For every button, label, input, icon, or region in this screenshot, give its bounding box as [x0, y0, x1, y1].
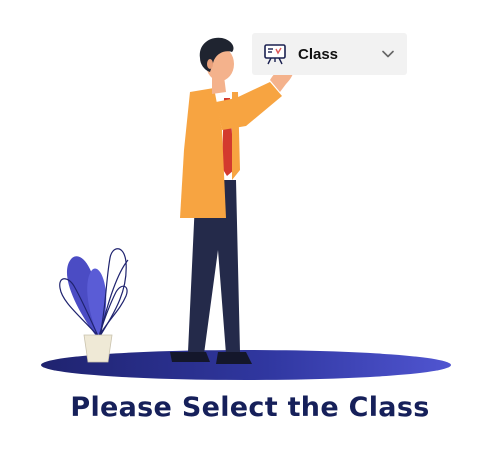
- class-select-value: Class: [298, 45, 339, 63]
- class-select-dropdown[interactable]: Class: [252, 33, 407, 75]
- select-class-prompt: Please Select the Class: [70, 392, 430, 423]
- chevron-down-icon: [381, 47, 395, 61]
- potted-plant: [59, 248, 129, 363]
- classroom-board-icon: [262, 41, 288, 67]
- man-pointing-illustration: [41, 37, 451, 380]
- man-figure: [170, 37, 294, 364]
- empty-state-screen: Class Please Select the Class: [0, 0, 500, 459]
